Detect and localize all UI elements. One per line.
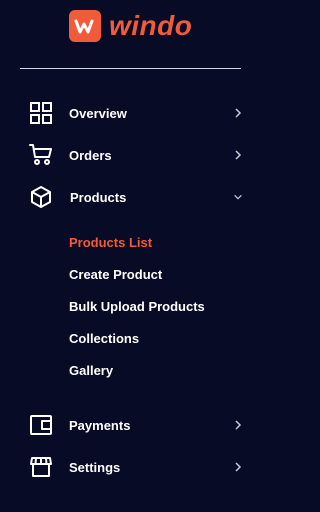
box-icon (29, 185, 53, 209)
sidebar-item-products[interactable]: Products (0, 180, 261, 214)
submenu-gallery[interactable]: Gallery (69, 364, 113, 377)
chevron-right-icon (233, 108, 243, 118)
sidebar-item-label: Orders (69, 147, 112, 163)
chevron-right-icon (233, 420, 243, 430)
sidebar-item-label: Overview (69, 105, 127, 121)
sidebar-divider (20, 68, 241, 69)
grid-icon (29, 101, 53, 125)
cart-icon (29, 143, 53, 167)
logo-icon (69, 10, 101, 42)
submenu-create-product[interactable]: Create Product (69, 268, 162, 281)
chevron-down-icon (233, 192, 243, 202)
sidebar-item-orders[interactable]: Orders (0, 138, 261, 172)
submenu-bulk-upload-products[interactable]: Bulk Upload Products (69, 300, 205, 313)
brand-logo[interactable]: windo (69, 10, 192, 42)
wallet-icon (29, 413, 53, 437)
sidebar-item-settings[interactable]: Settings (0, 450, 261, 484)
store-icon (29, 455, 53, 479)
sidebar-item-label: Settings (69, 459, 121, 475)
sidebar-item-label: Payments (69, 417, 131, 433)
chevron-right-icon (233, 462, 243, 472)
submenu-collections[interactable]: Collections (69, 332, 139, 345)
chevron-right-icon (233, 150, 243, 160)
brand-name: windo (109, 10, 193, 41)
sidebar-item-label: Products (70, 189, 127, 205)
submenu-products-list[interactable]: Products List (69, 236, 152, 249)
sidebar-item-overview[interactable]: Overview (0, 96, 261, 130)
sidebar-item-payments[interactable]: Payments (0, 408, 261, 442)
